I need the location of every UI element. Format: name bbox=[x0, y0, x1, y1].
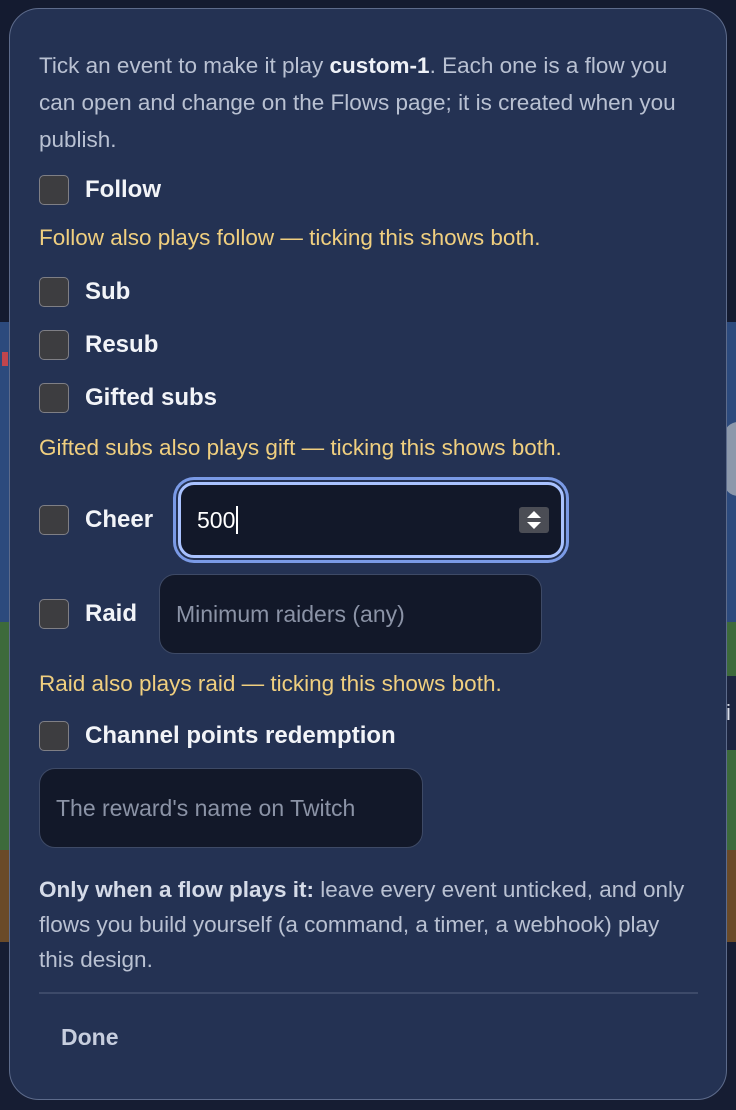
event-follow-row[interactable]: Follow bbox=[39, 174, 161, 206]
event-resub-row[interactable]: Resub bbox=[39, 329, 158, 361]
event-cheer-row[interactable]: Cheer bbox=[39, 504, 153, 536]
intro-text: Tick an event to make it play custom-1. … bbox=[39, 53, 676, 152]
gifted-subs-note: Gifted subs also plays gift — ticking th… bbox=[39, 435, 562, 460]
resub-checkbox[interactable] bbox=[39, 330, 69, 360]
channel-points-label: Channel points redemption bbox=[85, 722, 396, 749]
event-channel-points-row[interactable]: Channel points redemption bbox=[39, 720, 396, 752]
raid-checkbox[interactable] bbox=[39, 599, 69, 629]
sub-label: Sub bbox=[85, 278, 131, 305]
background-marker bbox=[2, 352, 8, 366]
reward-name-input[interactable]: The reward's name on Twitch bbox=[39, 768, 423, 848]
number-stepper-icon[interactable] bbox=[519, 507, 549, 533]
design-name: custom-1 bbox=[329, 53, 430, 78]
event-picker-dialog: Tick an event to make it play custom-1. … bbox=[9, 8, 727, 1100]
raid-minimum-raiders-input[interactable]: Minimum raiders (any) bbox=[159, 574, 542, 654]
gifted-subs-checkbox[interactable] bbox=[39, 383, 69, 413]
follow-label: Follow bbox=[85, 176, 161, 203]
resub-label: Resub bbox=[85, 331, 159, 358]
follow-note: Follow also plays follow — ticking this … bbox=[39, 225, 541, 250]
follow-checkbox[interactable] bbox=[39, 175, 69, 205]
text-caret bbox=[236, 506, 239, 534]
sub-checkbox[interactable] bbox=[39, 277, 69, 307]
cheer-checkbox[interactable] bbox=[39, 505, 69, 535]
gifted-subs-label: Gifted subs bbox=[85, 384, 218, 411]
cheer-input-value: 500 bbox=[197, 506, 236, 533]
raid-note: Raid also plays raid — ticking this show… bbox=[39, 671, 502, 696]
cheer-minimum-bits-input[interactable]: 500 bbox=[178, 482, 564, 558]
divider bbox=[39, 992, 698, 994]
only-when-flow-plays-text: Only when a flow plays it: leave every e… bbox=[39, 877, 685, 972]
raid-input-placeholder: Minimum raiders (any) bbox=[176, 600, 405, 627]
event-gifted-subs-row[interactable]: Gifted subs bbox=[39, 382, 217, 414]
event-sub-row[interactable]: Sub bbox=[39, 276, 130, 308]
channel-points-checkbox[interactable] bbox=[39, 721, 69, 751]
reward-input-placeholder: The reward's name on Twitch bbox=[56, 794, 356, 821]
event-raid-row[interactable]: Raid bbox=[39, 598, 137, 630]
raid-label: Raid bbox=[85, 600, 138, 627]
cheer-label: Cheer bbox=[85, 506, 154, 533]
done-button[interactable]: Done bbox=[39, 1013, 141, 1061]
